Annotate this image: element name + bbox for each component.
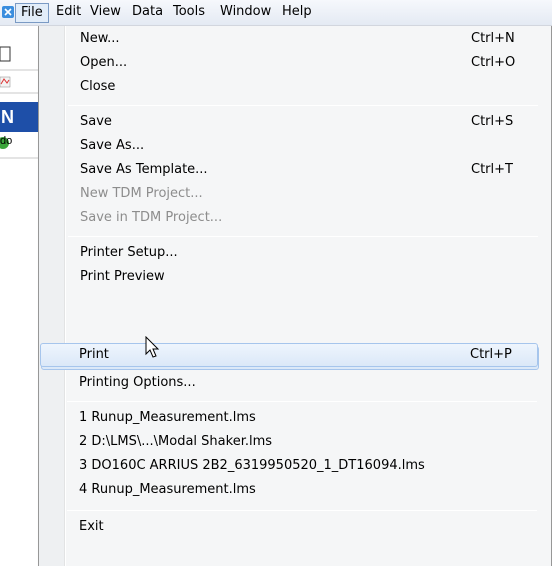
menu-tools[interactable]: Tools xyxy=(168,3,210,23)
background-toolbar-fragments: N xyxy=(0,46,40,159)
recent-file-1[interactable]: 1 Runup_Measurement.lms xyxy=(40,406,538,430)
menu-edit[interactable]: Edit xyxy=(51,3,86,23)
recent-file-4[interactable]: 4 Runup_Measurement.lms xyxy=(40,478,538,502)
file-menu-lower-section: Print Ctrl+P Printing Options... 1 Runup… xyxy=(38,26,552,566)
background-label: do xyxy=(0,135,13,147)
menu-separator xyxy=(67,510,537,511)
menu-bar: File Edit View Data Tools Window Help xyxy=(0,0,552,26)
menu-data[interactable]: Data xyxy=(127,3,168,23)
menu-item-printing-options[interactable]: Printing Options... xyxy=(40,371,538,395)
svg-text:N: N xyxy=(1,107,14,127)
recent-file-2[interactable]: 2 D:\LMS\...\Modal Shaker.lms xyxy=(40,430,538,454)
menu-item-exit[interactable]: Exit xyxy=(40,515,538,539)
menu-view[interactable]: View xyxy=(85,3,126,23)
menu-separator xyxy=(67,401,537,402)
menu-file[interactable]: File xyxy=(15,3,49,23)
background-app-left: N do xyxy=(0,26,40,566)
menu-help[interactable]: Help xyxy=(277,3,317,23)
recent-file-3[interactable]: 3 DO160C ARRIUS 2B2_6319950520_1_DT16094… xyxy=(40,454,538,478)
mouse-cursor-icon xyxy=(145,336,160,358)
menu-window[interactable]: Window xyxy=(215,3,276,23)
menu-item-print-hovered[interactable]: Print Ctrl+P xyxy=(40,343,538,367)
app-x-icon[interactable] xyxy=(2,6,14,18)
